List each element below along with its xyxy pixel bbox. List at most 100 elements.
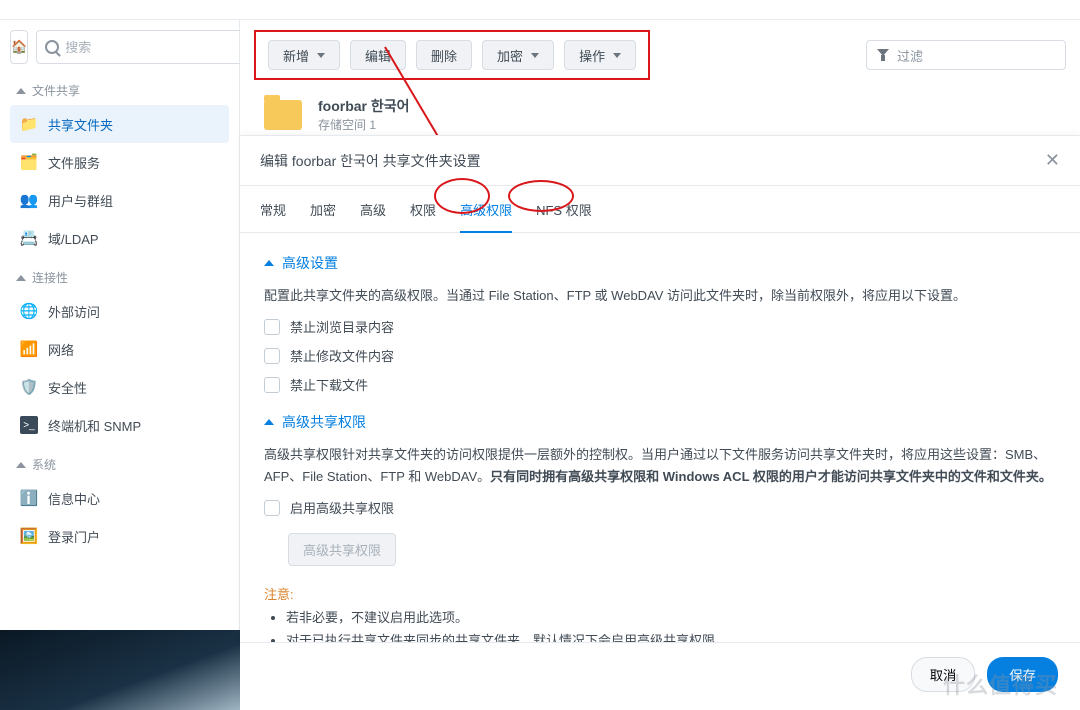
globe-icon: 🌐	[20, 302, 38, 320]
btn-label: 加密	[497, 46, 523, 65]
edit-button[interactable]: 编辑	[350, 40, 406, 70]
info-icon: ℹ️	[20, 489, 38, 507]
sidebar-item-info-center[interactable]: ℹ️ 信息中心	[10, 479, 229, 517]
checkbox-icon	[264, 319, 280, 335]
folder-icon: 📁	[20, 115, 38, 133]
edit-folder-modal: 编辑 foorbar 한국어 共享文件夹设置 ✕ 常规 加密 高级 权限 高级权…	[240, 135, 1080, 706]
tab-advanced[interactable]: 高级	[360, 200, 386, 232]
chevron-up-icon	[264, 419, 274, 425]
modal-title: 编辑 foorbar 한국어 共享文件夹设置	[260, 151, 481, 171]
filter-placeholder: 过滤	[897, 46, 923, 65]
checkbox-label: 禁止下载文件	[290, 375, 368, 394]
sidebar-item-label: 共享文件夹	[48, 115, 113, 134]
encrypt-button[interactable]: 加密	[482, 40, 554, 70]
section-system[interactable]: 系统	[10, 450, 229, 479]
advanced-settings-desc: 配置此共享文件夹的高级权限。当通过 File Station、FTP 或 Web…	[264, 285, 1056, 307]
portal-icon: 🖼️	[20, 527, 38, 545]
chevron-up-icon	[16, 462, 26, 468]
sidebar-item-file-services[interactable]: 🗂️ 文件服务	[10, 143, 229, 181]
sidebar-item-label: 文件服务	[48, 153, 100, 172]
sidebar-item-label: 用户与群组	[48, 191, 113, 210]
note-item: 对于已执行共享文件夹同步的共享文件夹，默认情况下会启用高级共享权限。	[286, 630, 1056, 642]
folder-name: foorbar 한국어	[318, 96, 410, 116]
home-button[interactable]: 🏠	[10, 30, 28, 64]
checkbox-no-modify[interactable]: 禁止修改文件内容	[264, 346, 1056, 365]
desktop-background	[0, 630, 240, 710]
sidebar-item-label: 信息中心	[48, 489, 100, 508]
filter-icon	[877, 49, 889, 61]
file-service-icon: 🗂️	[20, 153, 38, 171]
sidebar-item-shared-folder[interactable]: 📁 共享文件夹	[10, 105, 229, 143]
checkbox-label: 启用高级共享权限	[290, 498, 394, 517]
note-list: 若非必要，不建议启用此选项。 对于已执行共享文件夹同步的共享文件夹，默认情况下会…	[264, 607, 1056, 642]
ldap-icon: 📇	[20, 229, 38, 247]
sidebar-item-users-groups[interactable]: 👥 用户与群组	[10, 181, 229, 219]
search-icon	[45, 40, 59, 54]
sidebar-item-login-portal[interactable]: 🖼️ 登录门户	[10, 517, 229, 555]
delete-button[interactable]: 删除	[416, 40, 472, 70]
checkbox-no-download[interactable]: 禁止下载文件	[264, 375, 1056, 394]
checkbox-enable-advanced-share[interactable]: 启用高级共享权限	[264, 498, 1056, 517]
users-icon: 👥	[20, 191, 38, 209]
terminal-icon: >_	[20, 416, 38, 434]
save-button[interactable]: 保存	[987, 657, 1058, 692]
collapse-advanced-settings[interactable]: 高级设置	[264, 253, 1056, 273]
home-icon: 🏠	[11, 39, 27, 55]
collapse-advanced-share[interactable]: 高级共享权限	[264, 412, 1056, 432]
sidebar-item-label: 域/LDAP	[48, 229, 99, 248]
section-label: 文件共享	[32, 82, 80, 99]
section-connectivity[interactable]: 连接性	[10, 263, 229, 292]
section-file-sharing[interactable]: 文件共享	[10, 76, 229, 105]
checkbox-label: 禁止浏览目录内容	[290, 317, 394, 336]
checkbox-no-browse[interactable]: 禁止浏览目录内容	[264, 317, 1056, 336]
btn-label: 编辑	[365, 46, 391, 65]
modal-tabs: 常规 加密 高级 权限 高级权限 NFS 权限	[240, 186, 1080, 233]
folder-icon	[264, 100, 302, 130]
search-field[interactable]	[36, 30, 250, 64]
btn-label: 新增	[283, 46, 309, 65]
section-label: 连接性	[32, 269, 68, 286]
note-item: 若非必要，不建议启用此选项。	[286, 607, 1056, 626]
checkbox-label: 禁止修改文件内容	[290, 346, 394, 365]
note-title: 注意:	[264, 584, 1056, 603]
sidebar-item-domain-ldap[interactable]: 📇 域/LDAP	[10, 219, 229, 257]
folder-subtitle: 存储空间 1	[318, 116, 410, 133]
collapse-label: 高级共享权限	[282, 412, 366, 432]
window-titlebar	[0, 0, 1080, 20]
sidebar-item-external-access[interactable]: 🌐 外部访问	[10, 292, 229, 330]
sidebar-item-label: 外部访问	[48, 302, 100, 321]
btn-label: 删除	[431, 46, 457, 65]
sidebar-item-label: 终端机和 SNMP	[48, 416, 141, 435]
chevron-up-icon	[16, 275, 26, 281]
sidebar-item-terminal-snmp[interactable]: >_ 终端机和 SNMP	[10, 406, 229, 444]
chevron-up-icon	[264, 260, 274, 266]
new-button[interactable]: 新增	[268, 40, 340, 70]
section-label: 系统	[32, 456, 56, 473]
tab-advanced-permissions[interactable]: 高级权限	[460, 200, 512, 233]
checkbox-icon	[264, 377, 280, 393]
checkbox-icon	[264, 500, 280, 516]
checkbox-icon	[264, 348, 280, 364]
tab-nfs-permissions[interactable]: NFS 权限	[536, 200, 592, 232]
filter-field[interactable]: 过滤	[866, 40, 1066, 70]
sidebar-item-network[interactable]: 📶 网络	[10, 330, 229, 368]
tab-general[interactable]: 常规	[260, 200, 286, 232]
sidebar-item-label: 网络	[48, 340, 74, 359]
advanced-share-desc: 高级共享权限针对共享文件夹的访问权限提供一层额外的控制权。当用户通过以下文件服务…	[264, 444, 1056, 488]
search-input[interactable]	[65, 40, 241, 55]
btn-label: 操作	[579, 46, 605, 65]
shield-icon: 🛡️	[20, 378, 38, 396]
close-button[interactable]: ✕	[1045, 150, 1060, 171]
sidebar-item-security[interactable]: 🛡️安全性	[10, 368, 229, 406]
tab-permissions[interactable]: 权限	[410, 200, 436, 232]
collapse-label: 高级设置	[282, 253, 338, 273]
sidebar-item-label: 登录门户	[48, 527, 100, 546]
cancel-button[interactable]: 取消	[911, 657, 976, 692]
action-button[interactable]: 操作	[564, 40, 636, 70]
toolbar-annotated-group: 新增 编辑 删除 加密 操作	[254, 30, 650, 80]
network-icon: 📶	[20, 340, 38, 358]
advanced-share-permissions-button[interactable]: 高级共享权限	[288, 533, 396, 566]
tab-encrypt[interactable]: 加密	[310, 200, 336, 232]
chevron-up-icon	[16, 88, 26, 94]
main-content: 新增 编辑 删除 加密 操作 过滤 foorbar 한국어 存储空间 1	[240, 20, 1080, 630]
